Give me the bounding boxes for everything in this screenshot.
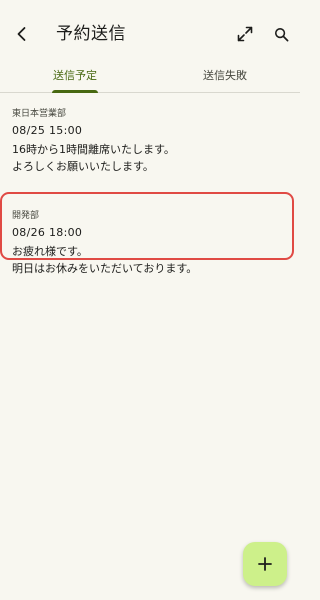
app-bar: 予約送信 [0, 0, 300, 64]
active-tab-indicator [52, 90, 98, 93]
tab-bar: 送信予定 送信失敗 [0, 58, 300, 93]
tab-scheduled[interactable]: 送信予定 [0, 58, 150, 92]
arrow-left-icon [17, 27, 26, 41]
tab-label: 送信失敗 [203, 69, 247, 82]
tab-label: 送信予定 [53, 69, 97, 82]
list-item[interactable]: 東日本営業部 08/25 15:00 16時から1時間離席いたします。 よろしく… [0, 100, 300, 186]
search-icon [274, 27, 288, 41]
plus-icon [258, 557, 272, 571]
message-body: 16時から1時間離席いたします。 よろしくお願いいたします。 [12, 143, 175, 173]
page-title: 予約送信 [56, 24, 126, 44]
expand-diagonal-icon [237, 26, 253, 42]
message-department: 開発部 [12, 211, 40, 221]
search-button[interactable] [268, 21, 294, 47]
back-button[interactable] [8, 20, 36, 48]
message-datetime: 08/25 15:00 [12, 124, 83, 137]
add-schedule-button[interactable] [243, 542, 287, 586]
list-item[interactable]: 開発部 08/26 18:00 お疲れ様です。 明日はお休みをいただいております… [0, 192, 300, 275]
message-body: お疲れ様です。 明日はお休みをいただいております。 [12, 245, 198, 275]
message-datetime: 08/26 18:00 [12, 226, 83, 239]
expand-button[interactable] [232, 21, 258, 47]
tab-failed[interactable]: 送信失敗 [150, 58, 300, 92]
message-department: 東日本営業部 [12, 109, 67, 119]
